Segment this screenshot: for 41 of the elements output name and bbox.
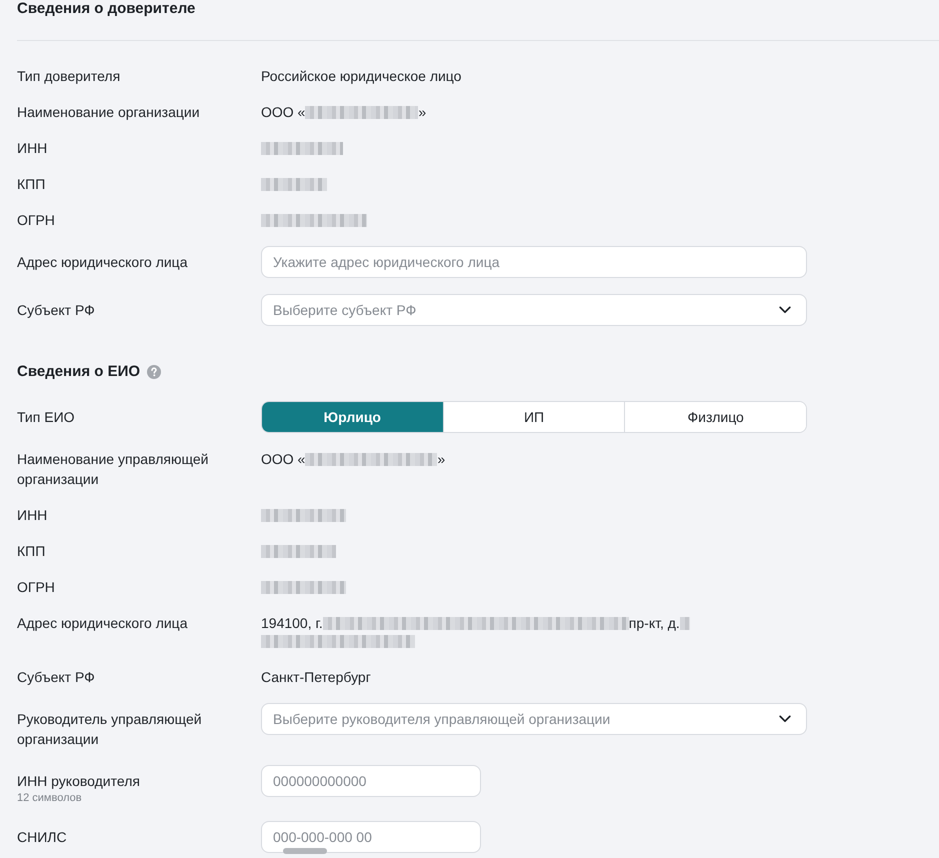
- field-label: ИНН руководителя: [17, 772, 141, 791]
- field-label: ОГРН: [17, 578, 56, 597]
- field-label: Тип доверителя: [17, 67, 122, 86]
- section-title: Сведения о доверителе: [17, 0, 196, 18]
- segment-tab[interactable]: Физлицо: [624, 402, 806, 432]
- scroll-thumb[interactable]: [283, 848, 327, 854]
- field-label: ОГРН: [17, 211, 56, 230]
- text-input[interactable]: Укажите адрес юридического лица: [261, 246, 807, 278]
- field-value: 194100, г.: [261, 615, 323, 631]
- help-icon[interactable]: [147, 365, 162, 379]
- field-hint: 12 символов: [17, 791, 83, 805]
- redacted-text: [680, 617, 690, 630]
- field-label: Наименование организации: [17, 103, 201, 122]
- field-label: ИНН: [17, 506, 48, 525]
- field-label: Субъект РФ: [17, 668, 96, 687]
- field-label: КПП: [17, 175, 46, 194]
- field-label: СНИЛС: [17, 828, 68, 847]
- field-value: »: [437, 451, 446, 467]
- field-value: ООО «: [261, 104, 306, 120]
- field-value: ООО «: [261, 451, 306, 467]
- dropdown-field[interactable]: Выберите руководителя управляющей организации: [261, 703, 807, 735]
- field-label: Наименование управляющей организации: [17, 450, 210, 489]
- field-label: Субъект РФ: [17, 301, 96, 320]
- chevron-down-icon: [779, 715, 791, 723]
- redacted-text: [261, 178, 327, 191]
- field-label: Тип ЕИО: [17, 408, 76, 427]
- chevron-down-icon: [779, 306, 791, 314]
- section-title: Сведения о ЕИО: [17, 363, 140, 381]
- field-value: Санкт-Петербург: [261, 669, 371, 685]
- field-label: Руководитель управляющей организации: [17, 710, 203, 749]
- dropdown-field[interactable]: Выберите субъект РФ: [261, 294, 807, 326]
- text-input[interactable]: 000000000000: [261, 765, 481, 797]
- field-label: Адрес юридического лица: [17, 614, 188, 633]
- field-value: пр-кт, д.: [628, 615, 680, 631]
- segment-tab[interactable]: Юрлицо: [262, 402, 443, 432]
- field-label: ИНН: [17, 139, 48, 158]
- field-label: Адрес юридического лица: [17, 253, 188, 272]
- text-input[interactable]: 000-000-000 00: [261, 821, 481, 853]
- field-value: Российское юридическое лицо: [261, 68, 462, 84]
- field-value: »: [418, 104, 426, 120]
- field-label: КПП: [17, 542, 46, 561]
